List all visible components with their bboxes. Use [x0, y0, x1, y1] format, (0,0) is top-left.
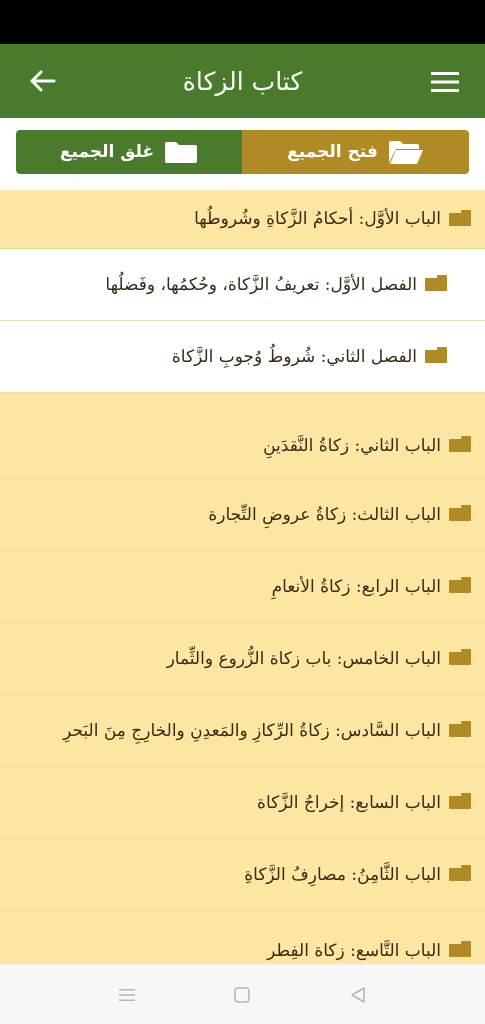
close-all-label: غلق الجميع — [59, 142, 155, 162]
list-item-label: الباب الرابع: زكاةُ الأنعامِ — [271, 576, 441, 597]
arrow-left-icon — [30, 70, 56, 92]
folder-icon — [449, 941, 471, 957]
folder-icon — [449, 505, 471, 521]
back-nav-button[interactable] — [346, 983, 370, 1007]
list-item-label: الباب الثالث: زكاةُ عروضِ التِّجارة — [208, 504, 441, 525]
hamburger-menu-icon — [431, 72, 459, 92]
list-item-label: الباب الأوَّل: أحكامُ الزَّكاةِ وشُروطُه… — [194, 209, 441, 229]
folder-icon — [449, 721, 471, 737]
triangle-back-icon — [351, 987, 365, 1003]
list-item-label: الباب الثاني: زكاةُ النَّقدَينِ — [263, 435, 441, 456]
close-all-button[interactable]: غلق الجميع — [16, 130, 242, 174]
chapters-list: الباب الأوَّل: أحكامُ الزَّكاةِ وشُروطُه… — [0, 190, 485, 991]
expand-collapse-toggle: غلق الجميع فتح الجميع — [16, 130, 469, 174]
list-item-label: الباب السَّادس: زكاةُ الرِّكازِ والمَعدِ… — [63, 720, 441, 741]
open-all-button[interactable]: فتح الجميع — [242, 130, 469, 174]
back-button[interactable] — [22, 62, 62, 100]
list-item-section-2[interactable]: الفصل الثاني: شُروطُ وُجوبِ الزَّكاة — [0, 321, 485, 393]
list-item-label: الباب السابع: إخراجُ الزَّكاة — [257, 792, 441, 813]
list-item-chapter-2[interactable]: الباب الثاني: زكاةُ النَّقدَينِ — [0, 393, 485, 479]
folder-icon — [449, 436, 471, 452]
open-all-label: فتح الجميع — [287, 142, 378, 162]
folder-icon — [449, 577, 471, 593]
system-navigation-bar — [0, 964, 485, 1024]
status-bar — [0, 0, 485, 44]
folder-icon — [425, 347, 447, 363]
list-item-label: الفصل الثاني: شُروطُ وُجوبِ الزَّكاة — [171, 346, 417, 367]
list-item-label: الفصل الأوَّل: تعريفُ الزَّكاة، وحُكمُها… — [105, 274, 417, 295]
list-item-label: الباب الخامس: باب زكاة الزُّروع والثِّما… — [166, 648, 441, 669]
list-item-section-1[interactable]: الفصل الأوَّل: تعريفُ الزَّكاة، وحُكمُها… — [0, 249, 485, 321]
folder-closed-icon — [165, 142, 198, 163]
home-icon — [234, 987, 250, 1003]
list-item-chapter-8[interactable]: الباب الثَّامِنُ: مصارِفُ الزَّكاةِ — [0, 839, 485, 911]
recent-apps-button[interactable] — [115, 983, 139, 1007]
folder-icon — [449, 649, 471, 665]
list-item-chapter-4[interactable]: الباب الرابع: زكاةُ الأنعامِ — [0, 551, 485, 623]
recent-apps-icon — [119, 989, 135, 1001]
folder-icon — [425, 275, 447, 291]
list-item-chapter-1[interactable]: الباب الأوَّل: أحكامُ الزَّكاةِ وشُروطُه… — [0, 190, 485, 249]
folder-open-icon — [388, 141, 423, 164]
list-item-label: الباب التَّاسع: زكاة الفِطر — [267, 940, 441, 961]
list-item-label: الباب الثَّامِنُ: مصارِفُ الزَّكاةِ — [244, 864, 441, 885]
folder-icon — [449, 865, 471, 881]
list-item-chapter-7[interactable]: الباب السابع: إخراجُ الزَّكاة — [0, 767, 485, 839]
folder-icon — [449, 793, 471, 809]
list-item-chapter-3[interactable]: الباب الثالث: زكاةُ عروضِ التِّجارة — [0, 479, 485, 551]
menu-button[interactable] — [425, 64, 465, 100]
list-item-chapter-5[interactable]: الباب الخامس: باب زكاة الزُّروع والثِّما… — [0, 623, 485, 695]
home-button[interactable] — [230, 983, 254, 1007]
app-bar: كتاب الزكاة — [0, 44, 485, 118]
folder-icon — [449, 209, 471, 226]
page-title: كتاب الزكاة — [182, 66, 303, 96]
list-item-chapter-6[interactable]: الباب السَّادس: زكاةُ الرِّكازِ والمَعدِ… — [0, 695, 485, 767]
